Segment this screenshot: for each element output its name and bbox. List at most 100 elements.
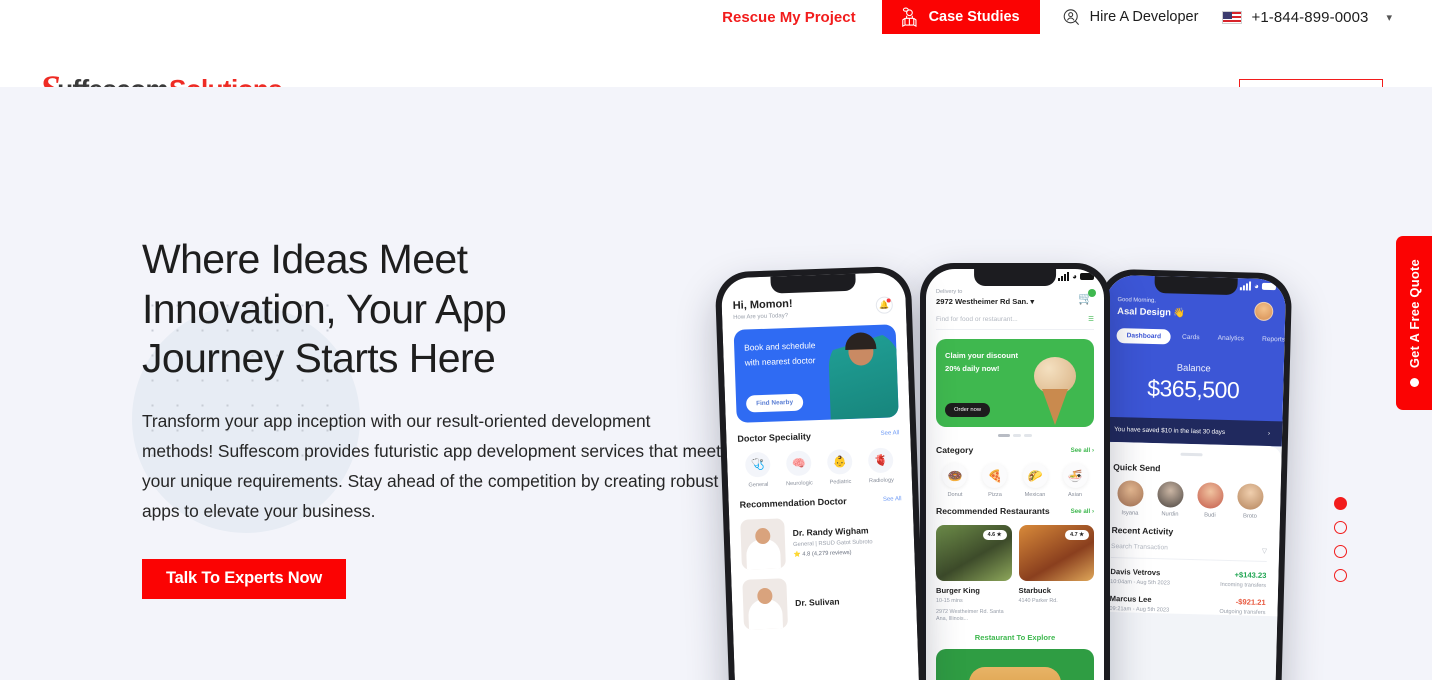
chevron-down-icon[interactable]: ▾: [1386, 11, 1392, 24]
main-navbar: S uffescom Solutions GET WHAT MATTERS...…: [0, 34, 1432, 117]
food-category-title: Category: [936, 445, 974, 455]
transaction-type: Outgoing transfers: [1219, 608, 1266, 616]
food-search-input[interactable]: Find for food or restaurant... ☰: [936, 315, 1094, 330]
carousel-dot-4[interactable]: [1334, 569, 1347, 582]
doctor-card[interactable]: Dr. Sulivan: [742, 574, 906, 630]
doctor-speciality-see-all[interactable]: See All: [881, 430, 900, 437]
category-item[interactable]: 🍕 Pizza: [976, 463, 1014, 498]
recent-activity-title: Recent Activity: [1111, 524, 1174, 537]
wifi-icon: ◕: [1072, 272, 1077, 281]
ice-cream-image: [1032, 355, 1078, 427]
recommended-restaurants-title: Recommended Restaurants: [936, 506, 1050, 516]
category-item[interactable]: 🍜 Asian: [1056, 463, 1094, 498]
hero-subtitle: Transform your app inception with our re…: [142, 410, 721, 521]
recommendation-title: Recommendation Doctor: [739, 496, 847, 510]
rating-badge: 4.7 ★: [1065, 530, 1089, 540]
restaurant-photo: 4.6 ★: [936, 525, 1012, 581]
restaurant-time: 10-15 mins: [936, 598, 963, 604]
balance-value: $365,500: [1146, 374, 1240, 404]
contact-item[interactable]: Isyana: [1112, 479, 1149, 516]
user-search-icon: [1062, 8, 1081, 27]
food-search-placeholder: Find for food or restaurant...: [936, 315, 1018, 323]
carousel-dot-2[interactable]: [1334, 521, 1347, 534]
wifi-icon: ◕: [1253, 281, 1260, 291]
transaction-row[interactable]: Marcus Lee 09:21am - Aug 5th 2023 -$921.…: [1109, 593, 1265, 615]
stethoscope-icon: 🩺: [744, 451, 771, 478]
carousel-dot-3[interactable]: [1334, 545, 1347, 558]
food-category-see-all[interactable]: See all ›: [1071, 447, 1094, 454]
sheet-handle[interactable]: [1180, 452, 1203, 456]
order-now-button[interactable]: Order now: [945, 403, 991, 417]
find-nearby-button[interactable]: Find Nearby: [745, 393, 804, 413]
avatar: [1157, 480, 1184, 508]
pizza-icon: 🍕: [982, 463, 1008, 488]
transaction-search-placeholder: Search Transaction: [1111, 542, 1168, 552]
basket-icon[interactable]: 🛒: [1078, 289, 1096, 305]
us-flag-icon: [1222, 10, 1243, 24]
speciality-item[interactable]: 🧠 Neurologic: [779, 450, 819, 487]
restaurant-meta: 4140 Parker Rd.: [1018, 598, 1058, 604]
carousel-dot-1[interactable]: [1334, 497, 1347, 510]
transaction-name: Davis Vetrovs: [1110, 566, 1161, 577]
recommendation-see-all[interactable]: See All: [883, 496, 902, 503]
doctor-app-promo-card: Book and schedule with nearest doctor Fi…: [733, 324, 899, 423]
category-item[interactable]: 🍩 Donut: [936, 463, 974, 498]
hero-carousel-dots: [1334, 497, 1347, 582]
phone-notch: [770, 273, 856, 294]
contact-item[interactable]: Budi: [1192, 481, 1229, 519]
phone-notch: [974, 269, 1056, 286]
get-a-free-quote-tab[interactable]: Get A Free Quote: [1396, 236, 1432, 410]
restaurant-card[interactable]: 4.6 ★ Burger King 10-15 mins 2972 Westhe…: [936, 525, 1012, 624]
filter-icon[interactable]: ▽: [1262, 546, 1267, 554]
page-root: Rescue My Project Case Studies Hire A De…: [0, 0, 1432, 680]
taco-icon: 🌮: [1022, 463, 1048, 488]
battery-icon: [1080, 273, 1094, 280]
phone-number-item[interactable]: +1-844-899-0003: [1216, 0, 1374, 34]
speciality-item[interactable]: 👶 Pediatric: [820, 448, 860, 486]
rescue-my-project-link[interactable]: Rescue My Project: [704, 0, 881, 34]
doctor-name: Dr. Randy Wigham: [792, 525, 869, 538]
doctor-app-promo-text: Book and schedule with nearest doctor: [744, 340, 816, 368]
burger-banner: [936, 648, 1094, 680]
status-bar: ◕: [1058, 272, 1094, 281]
transaction-row[interactable]: Davis Vetrovs 10:04am - Aug 5th 2023 +$1…: [1110, 566, 1266, 588]
speciality-item[interactable]: 🫀 Radiology: [861, 447, 901, 484]
category-item[interactable]: 🌮 Mexican: [1016, 463, 1054, 498]
transaction-search-input[interactable]: Search Transaction ▽: [1110, 542, 1268, 562]
phone-number-label: +1-844-899-0003: [1251, 8, 1369, 26]
speciality-item[interactable]: 🩺 General: [738, 451, 778, 489]
transaction-amount: -$921.21: [1235, 596, 1266, 607]
kidney-icon: 🫀: [867, 447, 894, 474]
contact-item[interactable]: Nurdin: [1152, 480, 1189, 518]
talk-to-experts-button[interactable]: Talk To Experts Now: [142, 558, 347, 599]
bank-username: Asal Design 👋: [1117, 305, 1186, 318]
balance-label: Balance: [1176, 361, 1211, 374]
baby-icon: 👶: [826, 448, 853, 475]
doctor-meta: General | RSUD Gatot Subroto: [793, 539, 873, 548]
tab-cards[interactable]: Cards: [1175, 330, 1207, 346]
doctor-photo: [827, 329, 899, 420]
promo-carousel-dots: [936, 434, 1094, 437]
get-a-free-quote-label: Get A Free Quote: [1406, 259, 1422, 369]
transaction-name: Marcus Lee: [1109, 593, 1152, 604]
donut-icon: 🍩: [942, 463, 968, 488]
tab-reports[interactable]: Reports: [1255, 332, 1286, 348]
contact-item[interactable]: Broto: [1232, 482, 1269, 520]
transaction-type: Incoming transfers: [1220, 581, 1267, 589]
restaurant-explore-title: Restaurant To Explore: [974, 632, 1056, 642]
restaurants-see-all[interactable]: See all ›: [1071, 508, 1094, 515]
hire-a-developer-link[interactable]: Hire A Developer: [1040, 0, 1217, 34]
doctor-card[interactable]: Dr. Randy Wigham General | RSUD Gatot Su…: [740, 514, 904, 570]
delivery-address[interactable]: 2972 Westheimer Rd San. ▾: [936, 297, 1094, 306]
tab-dashboard[interactable]: Dashboard: [1116, 328, 1172, 345]
hero-phone-mockups: Hi, Momon! How Are you Today? 🔔 Book and…: [714, 172, 1315, 680]
restaurant-card[interactable]: 4.7 ★ Starbuck 4140 Parker Rd.: [1018, 525, 1094, 624]
utility-topbar: Rescue My Project Case Studies Hire A De…: [0, 0, 1432, 35]
tab-analytics[interactable]: Analytics: [1210, 330, 1251, 346]
filter-icon[interactable]: ☰: [1088, 315, 1094, 323]
case-studies-icon: [898, 6, 920, 28]
case-studies-button[interactable]: Case Studies: [881, 0, 1040, 34]
quote-tab-dot-icon: [1409, 377, 1419, 387]
hero-copy: Where Ideas Meet Innovation, Your App Jo…: [142, 235, 742, 599]
food-promo-text: Claim your discount 20% daily now!: [945, 351, 1018, 373]
